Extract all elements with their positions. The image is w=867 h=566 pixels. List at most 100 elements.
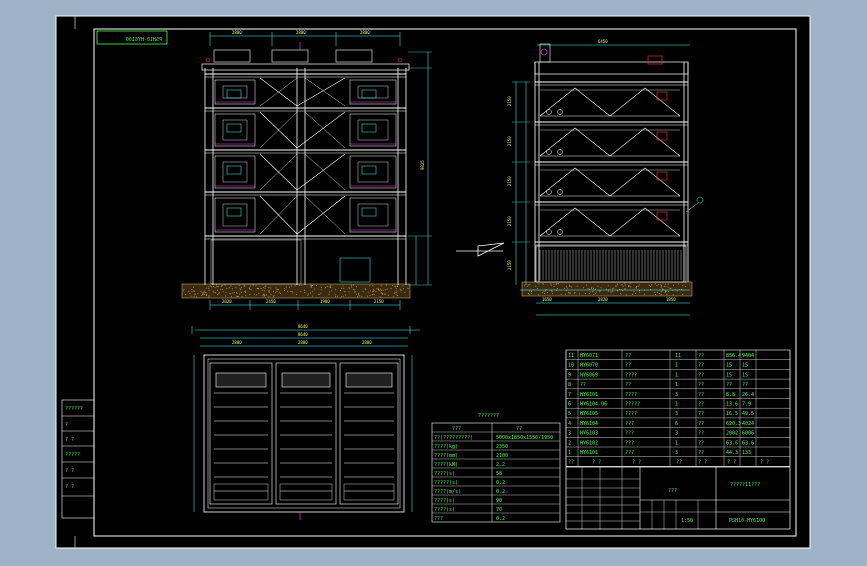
bom-cell: HY6103: [580, 431, 598, 437]
ground-speck: [219, 292, 220, 293]
dim-bottom-label: 2020: [222, 299, 232, 304]
ground-speck: [330, 285, 331, 286]
ground-speck: [215, 287, 216, 288]
ground-speck: [208, 286, 209, 287]
ground-speck: [191, 289, 192, 290]
bom-cell: ??: [625, 353, 631, 359]
ground-speck: [224, 285, 225, 286]
ground-speck: [271, 294, 272, 295]
spec-row-label: ?????(s): [434, 480, 458, 486]
spec-header-param: ???: [452, 426, 461, 432]
bom-cell: HY6104-06: [580, 402, 607, 408]
ground-speck: [194, 294, 195, 295]
bom-cell: ???: [625, 431, 634, 437]
ground-speck: [382, 294, 383, 295]
bom-cell: 620.3: [726, 421, 741, 427]
ground-speck: [341, 288, 342, 289]
ground-speck: [220, 289, 221, 290]
ground-speck: [321, 289, 322, 290]
ground-speck: [606, 289, 607, 290]
ground-speck: [538, 294, 539, 295]
ground-speck: [265, 295, 266, 296]
paper-sheet: [56, 16, 810, 548]
ground-speck: [312, 291, 313, 292]
ground-speck: [527, 286, 528, 287]
ground-speck: [393, 296, 394, 297]
plan-car-hood: [282, 373, 330, 387]
ground-speck: [550, 283, 551, 284]
ground-speck: [387, 289, 388, 290]
spec-row-value: 0.2: [496, 489, 505, 495]
ground-speck: [608, 291, 609, 292]
dim-bottom-label: 2150: [374, 299, 384, 304]
ground-speck: [682, 285, 683, 286]
ground-speck: [380, 289, 381, 290]
dim-total-label: 8640: [298, 324, 308, 329]
bom-header: ??: [676, 460, 682, 466]
ground-speck: [404, 292, 405, 293]
ground-speck: [589, 293, 590, 294]
ground-speck: [208, 288, 209, 289]
ground-speck: [256, 295, 257, 296]
ground-speck: [236, 292, 237, 293]
ground-speck: [402, 285, 403, 286]
ground-speck: [544, 293, 545, 294]
ground-speck: [221, 286, 222, 287]
bom-cell: 9: [568, 372, 571, 378]
ground-speck: [599, 291, 600, 292]
ground-speck: [287, 291, 288, 292]
ground-speck: [264, 290, 265, 291]
ground-speck: [279, 292, 280, 293]
ground-speck: [269, 290, 270, 291]
ground-speck: [658, 284, 659, 285]
dim-top-label: 2880: [296, 30, 306, 35]
spec-row-label: ????(s): [434, 498, 455, 504]
ground-speck: [396, 291, 397, 292]
plan-car-hood: [346, 373, 392, 387]
ground-speck: [229, 293, 230, 294]
ground-speck: [575, 292, 576, 293]
ground-speck: [595, 289, 596, 290]
ground-speck: [608, 285, 609, 286]
left-block-label: ??????: [65, 406, 83, 412]
ground-speck: [321, 287, 322, 288]
ground-speck: [673, 285, 674, 286]
bom-cell: 1: [675, 402, 678, 408]
ground-speck: [369, 285, 370, 286]
ground-speck: [258, 293, 259, 294]
ground-speck: [313, 285, 314, 286]
ground-speck: [354, 289, 355, 290]
ground-speck: [290, 291, 291, 292]
bom-cell: ???: [625, 450, 634, 456]
ground-speck: [193, 287, 194, 288]
ground-speck: [665, 286, 666, 287]
ground-speck: [401, 290, 402, 291]
ground-speck: [270, 288, 271, 289]
ground-speck: [348, 287, 349, 288]
ground-speck: [361, 296, 362, 297]
ground-speck: [661, 294, 662, 295]
bom-cell: ???: [625, 421, 634, 427]
ground-speck: [184, 289, 185, 290]
ground-speck: [286, 287, 287, 288]
cad-viewport: PSH10-HY6100 ???????? ??????? ?? ? 2880 2…: [0, 0, 867, 562]
ground-speck: [358, 293, 359, 294]
ground-speck: [654, 292, 655, 293]
bom-cell: 1: [675, 382, 678, 388]
ground-speck: [262, 295, 263, 296]
ground-speck: [651, 284, 652, 285]
ground-speck: [670, 288, 671, 289]
bom-cell: ??: [698, 411, 704, 417]
ground-speck: [188, 291, 189, 292]
ground-speck: [218, 293, 219, 294]
ground-speck: [570, 293, 571, 294]
side-depth-label: 6450: [598, 39, 608, 44]
bom-cell: 10: [568, 363, 574, 369]
ground-speck: [392, 285, 393, 286]
ground-speck: [372, 285, 373, 286]
ground-speck: [196, 296, 197, 297]
side-base-dim: 2820: [598, 297, 608, 302]
bom-cell: HY6069: [580, 372, 598, 378]
ground-speck: [300, 291, 301, 292]
spec-row-label: ????(s): [434, 507, 455, 513]
